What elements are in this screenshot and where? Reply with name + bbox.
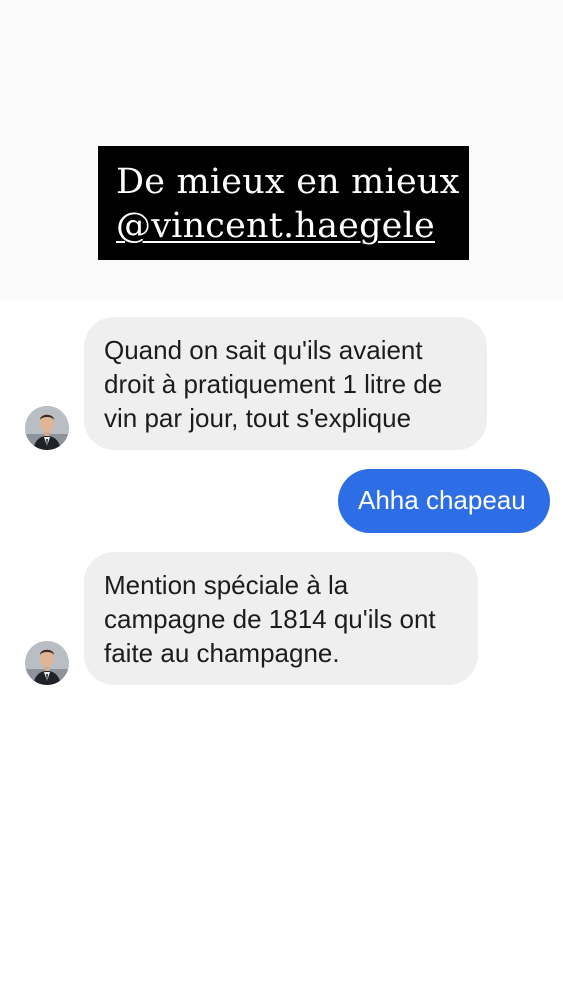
message-text-line: faite au champagne. <box>104 638 340 668</box>
caption-handle-link[interactable]: @vincent.haegele <box>116 204 469 248</box>
message-text-line: Mention spéciale à la <box>104 570 349 600</box>
message-text-line: Quand on sait qu'ils avaient <box>104 335 423 365</box>
message-bubble-incoming[interactable]: Mention spéciale à la campagne de 1814 q… <box>84 552 478 685</box>
message-text-line: droit à pratiquement 1 litre de <box>104 369 443 399</box>
message-text-line: campagne de 1814 qu'ils ont <box>104 604 436 634</box>
sender-avatar[interactable] <box>25 641 69 685</box>
avatar-photo-icon <box>25 641 69 685</box>
avatar-photo-icon <box>25 406 69 450</box>
message-bubble-incoming[interactable]: Quand on sait qu'ils avaient droit à pra… <box>84 317 487 450</box>
caption-text: De mieux en mieux <box>116 162 460 202</box>
sender-avatar[interactable] <box>25 406 69 450</box>
message-text-line: vin par jour, tout s'explique <box>104 403 412 433</box>
story-caption: De mieux en mieux @vincent.haegele <box>98 146 469 260</box>
message-bubble-outgoing[interactable]: Ahha chapeau <box>338 469 550 533</box>
message-text-line: Ahha chapeau <box>358 485 526 515</box>
